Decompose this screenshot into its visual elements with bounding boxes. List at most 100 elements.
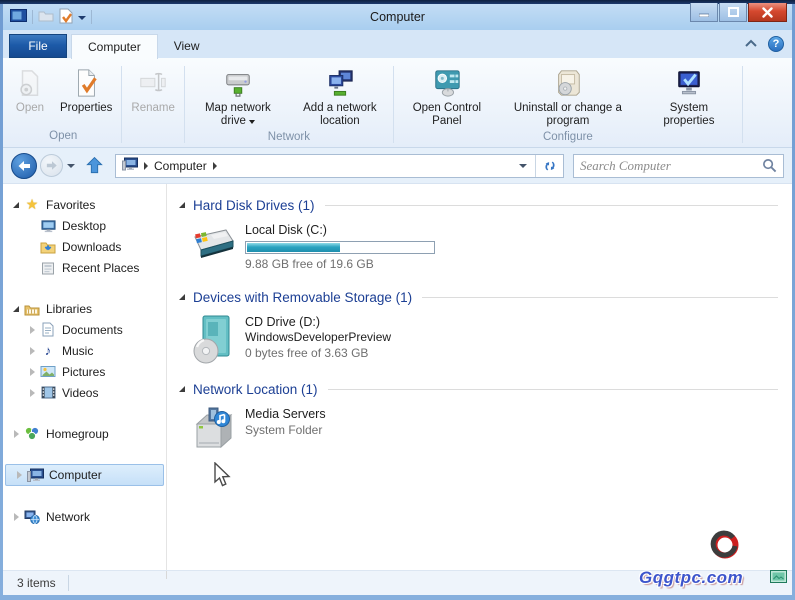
- sidebar-item-homegroup[interactable]: Homegroup: [3, 423, 166, 444]
- breadcrumb-item-computer[interactable]: Computer: [154, 159, 207, 173]
- group-hard-disk-drives: Hard Disk Drives (1) Local Disk (C:) 9.8…: [179, 194, 782, 272]
- sidebar-item-label: Downloads: [62, 240, 121, 254]
- sidebar-item-recent-places[interactable]: Recent Places: [3, 257, 166, 278]
- maximize-button[interactable]: [719, 3, 747, 22]
- sidebar-item-documents[interactable]: Documents: [3, 319, 166, 340]
- control-panel-icon: [431, 67, 463, 99]
- items-view[interactable]: Hard Disk Drives (1) Local Disk (C:) 9.8…: [167, 184, 792, 570]
- group-header-rule: [328, 389, 778, 390]
- homegroup-icon: [23, 426, 41, 441]
- star-icon: ★: [23, 196, 41, 213]
- uninstall-program-icon: [552, 67, 584, 99]
- search-input[interactable]: [574, 158, 762, 174]
- drive-item-cd-drive-d[interactable]: CD Drive (D:) WindowsDeveloperPreview 0 …: [185, 314, 782, 364]
- refresh-button[interactable]: [535, 155, 563, 177]
- ribbon-button-add-network-location[interactable]: Add a network location: [289, 64, 391, 131]
- drive-item-local-disk-c[interactable]: Local Disk (C:) 9.88 GB free of 19.6 GB: [185, 222, 782, 272]
- ribbon-button-rename[interactable]: Rename: [124, 64, 181, 118]
- address-dropdown-icon[interactable]: [511, 155, 535, 177]
- expanded-triangle-icon[interactable]: [179, 202, 185, 208]
- group-header-label: Network Location (1): [193, 382, 318, 397]
- item-name: CD Drive (D:): [245, 314, 391, 330]
- collapsed-triangle-icon[interactable]: [30, 368, 35, 376]
- expanded-triangle-icon[interactable]: [179, 386, 185, 392]
- explorer-window-icon[interactable]: [10, 9, 27, 25]
- collapsed-triangle-icon[interactable]: [14, 430, 19, 438]
- group-header-label: Devices with Removable Storage (1): [193, 290, 412, 305]
- status-bar: 3 items: [3, 570, 792, 595]
- expanded-triangle-icon[interactable]: [13, 202, 19, 208]
- group-header-label: Hard Disk Drives (1): [193, 198, 315, 213]
- sidebar-item-label: Network: [46, 510, 90, 524]
- sidebar-item-computer[interactable]: Computer: [5, 464, 164, 486]
- sidebar-item-libraries[interactable]: Libraries: [3, 298, 166, 319]
- ribbon-group-separator: [121, 66, 122, 143]
- up-button[interactable]: [81, 154, 107, 178]
- ribbon-group-open: Open Properties Open: [7, 60, 119, 147]
- sidebar-item-music[interactable]: ♪ Music: [3, 340, 166, 361]
- group-header-removable-storage[interactable]: Devices with Removable Storage (1): [179, 286, 782, 308]
- ribbon-button-uninstall-program[interactable]: Uninstall or change a program: [498, 64, 638, 131]
- group-header-network-location[interactable]: Network Location (1): [179, 378, 782, 400]
- toolbar-separator: [91, 10, 92, 24]
- ribbon-group-separator: [393, 66, 394, 143]
- ribbon-button-map-network-drive[interactable]: Map network drive: [187, 64, 289, 131]
- recent-places-icon: [39, 261, 57, 275]
- mouse-cursor: [212, 462, 232, 493]
- address-bar[interactable]: Computer: [115, 154, 564, 178]
- breadcrumb-arrow-icon[interactable]: [144, 162, 148, 170]
- main-area: ★ Favorites Desktop Downloads: [3, 184, 792, 570]
- search-icon[interactable]: [762, 158, 783, 173]
- minimize-button[interactable]: [690, 3, 718, 22]
- back-button[interactable]: [11, 153, 37, 179]
- tab-computer[interactable]: Computer: [71, 34, 158, 59]
- sidebar-item-favorites[interactable]: ★ Favorites: [3, 194, 166, 215]
- collapsed-triangle-icon[interactable]: [30, 347, 35, 355]
- sidebar-item-label: Favorites: [46, 198, 95, 212]
- minimize-ribbon-chevron-icon[interactable]: [744, 37, 758, 51]
- sidebar-item-videos[interactable]: Videos: [3, 382, 166, 403]
- sidebar-item-pictures[interactable]: Pictures: [3, 361, 166, 382]
- ribbon-button-open-control-panel[interactable]: Open Control Panel: [396, 64, 498, 131]
- item-detail: 9.88 GB free of 19.6 GB: [245, 256, 435, 272]
- forward-button[interactable]: [40, 154, 63, 177]
- collapsed-triangle-icon[interactable]: [14, 513, 19, 521]
- recent-pages-dropdown-icon[interactable]: [67, 164, 75, 168]
- ribbon-button-label: Rename: [131, 102, 174, 115]
- desktop-icon: [39, 219, 57, 233]
- breadcrumb-arrow-icon[interactable]: [213, 162, 217, 170]
- network-icon: [23, 510, 41, 524]
- new-item-icon[interactable]: [59, 8, 73, 27]
- collapsed-triangle-icon[interactable]: [30, 326, 35, 334]
- status-separator: [68, 575, 69, 591]
- help-icon[interactable]: ?: [768, 36, 784, 52]
- title-bar[interactable]: Computer: [3, 4, 792, 30]
- sidebar-item-downloads[interactable]: Downloads: [3, 236, 166, 257]
- window-title: Computer: [3, 10, 792, 24]
- tab-view[interactable]: View: [158, 34, 216, 58]
- ribbon-button-properties[interactable]: Properties: [53, 64, 119, 118]
- expanded-triangle-icon[interactable]: [13, 306, 19, 312]
- sidebar-item-label: Desktop: [62, 219, 106, 233]
- collapsed-triangle-icon[interactable]: [30, 389, 35, 397]
- folder-icon[interactable]: [38, 9, 54, 25]
- cd-drive-icon: [185, 314, 241, 364]
- documents-icon: [39, 322, 57, 337]
- toolbar-separator: [32, 10, 33, 24]
- group-header-hard-disk-drives[interactable]: Hard Disk Drives (1): [179, 194, 782, 216]
- qat-dropdown-icon[interactable]: [78, 16, 86, 20]
- collapsed-triangle-icon[interactable]: [17, 471, 22, 479]
- expanded-triangle-icon[interactable]: [179, 294, 185, 300]
- add-network-location-icon: [324, 67, 356, 99]
- computer-icon: [122, 157, 138, 174]
- item-media-servers[interactable]: Media Servers System Folder: [185, 406, 782, 454]
- sidebar-item-label: Computer: [49, 468, 102, 482]
- tab-file[interactable]: File: [9, 34, 67, 58]
- sidebar-item-network[interactable]: Network: [3, 506, 166, 527]
- pictures-icon: [39, 365, 57, 378]
- group-removable-storage: Devices with Removable Storage (1) CD Dr…: [179, 286, 782, 364]
- ribbon-button-system-properties[interactable]: System properties: [638, 64, 740, 131]
- sidebar-item-desktop[interactable]: Desktop: [3, 215, 166, 236]
- close-button[interactable]: [748, 3, 787, 22]
- ribbon-button-open[interactable]: Open: [7, 64, 53, 118]
